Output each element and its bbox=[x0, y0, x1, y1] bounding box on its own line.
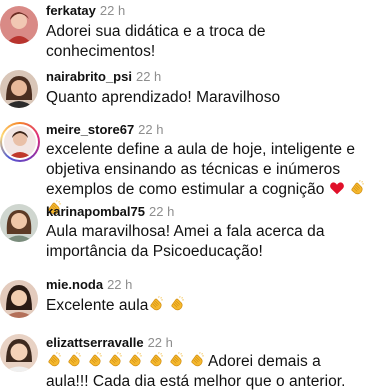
profile-photo-icon bbox=[0, 204, 38, 242]
avatar[interactable] bbox=[0, 334, 38, 372]
clapping-hands-icon bbox=[148, 296, 164, 312]
clapping-hands-icon bbox=[168, 352, 184, 368]
username[interactable]: mie.noda bbox=[46, 277, 103, 292]
comment-text: Aula maravilhosa! Amei a fala acerca da … bbox=[46, 223, 325, 260]
timestamp: 22 h bbox=[135, 69, 162, 84]
clapping-hands-icon bbox=[46, 352, 62, 368]
timestamp: 22 h bbox=[138, 122, 164, 137]
username[interactable]: ferkatay bbox=[46, 3, 96, 18]
avatar[interactable] bbox=[0, 122, 40, 162]
username[interactable]: meire_store67 bbox=[46, 122, 134, 137]
timestamp: 22 h bbox=[147, 335, 173, 350]
username[interactable]: nairabrito_psi bbox=[46, 69, 132, 84]
username[interactable]: elizattserravalle bbox=[46, 335, 144, 350]
clapping-hands-icon bbox=[107, 352, 123, 368]
avatar[interactable] bbox=[0, 70, 38, 108]
profile-photo-icon bbox=[0, 280, 38, 318]
clapping-hands-icon bbox=[349, 180, 365, 196]
profile-photo-icon bbox=[0, 70, 38, 108]
avatar[interactable] bbox=[0, 6, 38, 44]
clapping-hands-icon bbox=[127, 352, 143, 368]
comment-text: Adorei sua didática e a troca de conheci… bbox=[46, 23, 266, 60]
red-heart-icon bbox=[329, 180, 345, 196]
profile-photo-icon bbox=[0, 6, 38, 44]
timestamp: 22 h bbox=[149, 204, 175, 219]
clapping-hands-icon bbox=[189, 352, 205, 368]
comment-text: Excelente aula bbox=[46, 296, 372, 316]
profile-photo-icon bbox=[4, 126, 36, 158]
username[interactable]: karinapombal75 bbox=[46, 204, 145, 219]
timestamp: 22 h bbox=[107, 277, 133, 292]
timestamp: 22 h bbox=[99, 3, 126, 18]
profile-photo-icon bbox=[0, 334, 38, 372]
comment-text: Adorei demais a aula!!! Cada dia está me… bbox=[46, 352, 346, 390]
clapping-hands-icon bbox=[169, 296, 185, 312]
clapping-hands-icon bbox=[148, 352, 164, 368]
avatar[interactable] bbox=[0, 280, 38, 318]
comment-text: Quanto aprendizado! Maravilhoso bbox=[46, 89, 281, 106]
clapping-hands-icon bbox=[66, 352, 82, 368]
avatar[interactable] bbox=[0, 204, 38, 242]
clapping-hands-icon bbox=[87, 352, 103, 368]
